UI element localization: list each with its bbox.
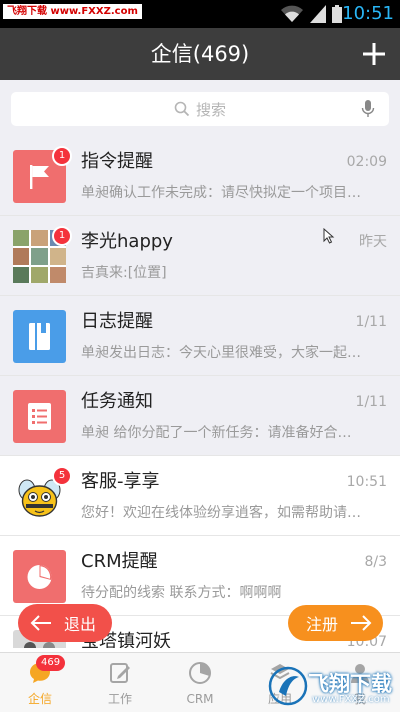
tab-label: 企信 <box>27 692 52 706</box>
search-icon <box>174 101 190 117</box>
tab-crm[interactable]: CRM <box>160 653 240 712</box>
conversation-title: CRM提醒 <box>81 551 158 572</box>
conversation-preview: 您好！欢迎在线体验纷享逍客，如需帮助请… <box>81 505 361 521</box>
conversation-preview: 待分配的线索 联系方式：啊啊啊 <box>81 585 282 601</box>
conversation-title: 客服-享享 <box>81 471 160 492</box>
conversation-preview: 吉真来:[位置] <box>81 265 167 281</box>
pie-chart-icon <box>189 662 211 684</box>
logout-label: 退出 <box>64 615 97 634</box>
arrow-right-icon <box>351 615 372 631</box>
search-placeholder: 搜索 <box>195 100 226 119</box>
tab-work[interactable]: 工作 <box>80 653 160 712</box>
tab-qixin[interactable]: 469 企信 <box>0 653 80 712</box>
conversation-time: 1/11 <box>355 394 387 410</box>
battery-icon <box>332 5 342 23</box>
conversation-preview: 单昶确认工作未完成：请尽快拟定一个项目… <box>81 185 361 201</box>
page-title: 企信(469) <box>150 42 250 66</box>
watermark-logo-icon <box>268 666 308 706</box>
conversation-title: 指令提醒 <box>81 151 153 172</box>
search-area: 搜索 <box>0 80 400 136</box>
list-item[interactable]: 日志提醒 单昶发出日志：今天心里很难受，大家一起… 1/11 <box>0 296 400 376</box>
logout-button[interactable]: 退出 <box>18 604 112 642</box>
tab-badge: 469 <box>36 655 66 671</box>
unread-badge: 1 <box>52 146 72 166</box>
conversation-time: 8/3 <box>364 554 387 570</box>
list-item[interactable]: 5 客服-享享 您好！欢迎在线体验纷享逍客，如需帮助请… 10:51 <box>0 456 400 536</box>
tab-label: 工作 <box>107 692 132 706</box>
register-button[interactable]: 注册 <box>288 605 383 641</box>
list-item[interactable]: 1 李光happy 吉真来:[位置] 昨天 <box>0 216 400 296</box>
tab-label: CRM <box>186 692 214 706</box>
app-header: 企信(469) <box>0 28 400 80</box>
conversation-preview: 单昶 给你分配了一个新任务：请准备好合… <box>81 425 352 441</box>
microphone-icon[interactable] <box>361 100 375 118</box>
task-list-icon <box>13 390 66 443</box>
conversation-title: 任务通知 <box>81 391 153 412</box>
pie-chart-icon <box>13 550 66 603</box>
list-item[interactable]: 1 指令提醒 单昶确认工作未完成：请尽快拟定一个项目… 02:09 <box>0 136 400 216</box>
edit-icon <box>110 663 130 683</box>
unread-badge: 5 <box>52 466 72 486</box>
plus-icon[interactable] <box>358 38 390 70</box>
top-watermark: 飞翔下载 www.FXXZ.com <box>3 4 142 19</box>
list-item[interactable]: 任务通知 单昶 给你分配了一个新任务：请准备好合… 1/11 <box>0 376 400 456</box>
register-label: 注册 <box>306 615 339 634</box>
status-bar: 飞翔下载 www.FXXZ.com 10:51 <box>0 0 400 28</box>
wifi-icon <box>281 5 303 22</box>
conversation-time: 02:09 <box>346 154 387 170</box>
search-center: 搜索 <box>11 92 389 126</box>
conversation-time: 昨天 <box>359 234 387 250</box>
conversation-list: 1 指令提醒 单昶确认工作未完成：请尽快拟定一个项目… 02:09 1 李光ha… <box>0 136 400 648</box>
conversation-title: 李光happy <box>81 231 173 252</box>
conversation-time: 10:51 <box>346 474 387 490</box>
status-icons <box>280 4 342 24</box>
conversation-title: 日志提醒 <box>81 311 153 332</box>
status-time: 10:51 <box>342 3 394 24</box>
arrow-left-icon <box>30 615 51 631</box>
signal-icon <box>310 5 326 23</box>
watermark-url: www.FXXZ.com <box>312 694 390 705</box>
unread-badge: 1 <box>52 226 72 246</box>
notebook-icon <box>13 310 66 363</box>
site-watermark: 飞翔下载 www.FXXZ.com <box>268 662 400 710</box>
conversation-time: 1/11 <box>355 314 387 330</box>
search-input[interactable]: 搜索 <box>11 92 389 126</box>
mouse-cursor-icon <box>323 228 335 244</box>
conversation-preview: 单昶发出日志：今天心里很难受，大家一起… <box>81 345 361 361</box>
